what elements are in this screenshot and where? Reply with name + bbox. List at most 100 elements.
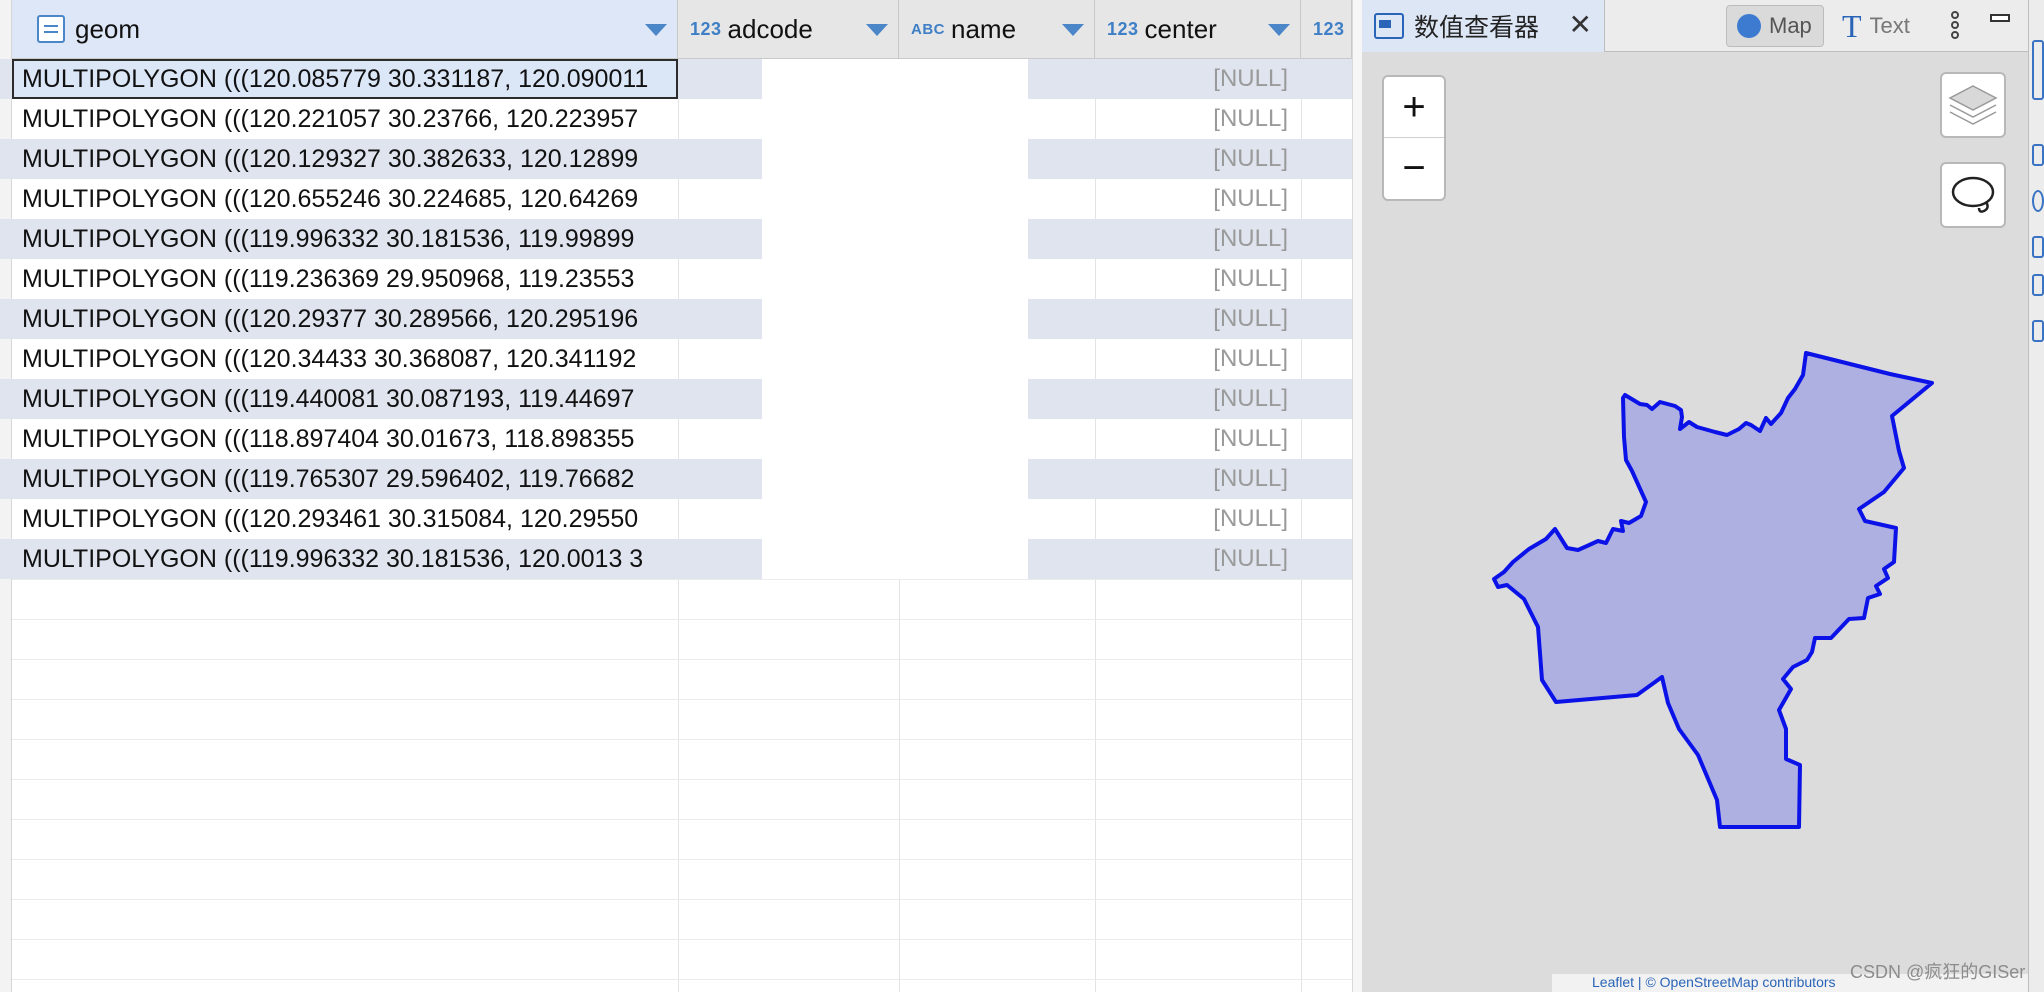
cell-adcode-name[interactable] bbox=[762, 139, 1028, 179]
row-gridline bbox=[12, 819, 1352, 820]
cell-geom[interactable]: MULTIPOLYGON (((119.996332 30.181536, 11… bbox=[12, 219, 678, 259]
table-row[interactable]: MULTIPOLYGON (((119.236369 29.950968, 11… bbox=[0, 259, 1352, 299]
layers-icon[interactable] bbox=[1940, 72, 2006, 138]
cell-geom[interactable]: MULTIPOLYGON (((120.085779 30.331187, 12… bbox=[12, 59, 678, 99]
cell-geom[interactable]: MULTIPOLYGON (((120.29377 30.289566, 120… bbox=[12, 299, 678, 339]
calc-icon[interactable] bbox=[2032, 320, 2044, 342]
cell-adcode-name[interactable] bbox=[762, 539, 1028, 579]
cell-adcode-name[interactable] bbox=[762, 379, 1028, 419]
value-viewer-title: 数值查看器 bbox=[1414, 14, 1540, 42]
table-row[interactable]: MULTIPOLYGON (((120.29377 30.289566, 120… bbox=[0, 299, 1352, 339]
cell-geom[interactable]: MULTIPOLYGON (((120.34433 30.368087, 120… bbox=[12, 339, 678, 379]
row-gridline bbox=[12, 939, 1352, 940]
cell-geom[interactable]: MULTIPOLYGON (((119.236369 29.950968, 11… bbox=[12, 259, 678, 299]
sort-filter-arrow-icon[interactable] bbox=[645, 24, 667, 36]
number-type-icon: 123 bbox=[1107, 18, 1139, 39]
attribution-text[interactable]: Leaflet | © OpenStreetMap contributors bbox=[1592, 974, 1836, 990]
cell-center[interactable]: [NULL] bbox=[1096, 219, 1288, 259]
cell-geom[interactable]: MULTIPOLYGON (((120.655246 30.224685, 12… bbox=[12, 179, 678, 219]
sort-filter-arrow-icon[interactable] bbox=[866, 24, 888, 36]
cell-geom[interactable]: MULTIPOLYGON (((120.221057 30.23766, 120… bbox=[12, 99, 678, 139]
info-icon[interactable] bbox=[2032, 190, 2044, 212]
cell-center[interactable]: [NULL] bbox=[1096, 499, 1288, 539]
map-canvas[interactable] bbox=[1362, 52, 2028, 974]
column-header-adcode[interactable]: 123 adcode bbox=[678, 0, 899, 59]
cell-center[interactable]: [NULL] bbox=[1096, 179, 1288, 219]
table-row[interactable]: MULTIPOLYGON (((119.996332 30.181536, 12… bbox=[0, 539, 1352, 579]
cell-adcode-name[interactable] bbox=[762, 179, 1028, 219]
table-icon[interactable] bbox=[2032, 236, 2044, 258]
number-type-icon: 123 bbox=[690, 18, 722, 39]
column-header-center[interactable]: 123 center bbox=[1095, 0, 1301, 59]
cell-center[interactable]: [NULL] bbox=[1096, 139, 1288, 179]
cell-center[interactable]: [NULL] bbox=[1096, 59, 1288, 99]
value-viewer-tab[interactable]: 数值查看器 ✕ bbox=[1362, 0, 1605, 52]
text-icon: T bbox=[1842, 7, 1862, 44]
table-row[interactable]: MULTIPOLYGON (((120.655246 30.224685, 12… bbox=[0, 179, 1352, 219]
panel-toggle-icon[interactable] bbox=[2032, 40, 2044, 100]
cell-geom[interactable]: MULTIPOLYGON (((119.996332 30.181536, 12… bbox=[12, 539, 678, 579]
cell-geom[interactable]: MULTIPOLYGON (((119.440081 30.087193, 11… bbox=[12, 379, 678, 419]
cell-center[interactable]: [NULL] bbox=[1096, 419, 1288, 459]
cell-center[interactable]: [NULL] bbox=[1096, 299, 1288, 339]
zoom-in-button[interactable]: + bbox=[1384, 77, 1444, 138]
column-header-partial[interactable]: 123 bbox=[1301, 0, 1352, 59]
sort-filter-arrow-icon[interactable] bbox=[1268, 24, 1290, 36]
cell-adcode-name[interactable] bbox=[762, 99, 1028, 139]
cell-geom[interactable]: MULTIPOLYGON (((120.129327 30.382633, 12… bbox=[12, 139, 678, 179]
cell-adcode-name[interactable] bbox=[762, 259, 1028, 299]
cell-adcode-name[interactable] bbox=[762, 219, 1028, 259]
cell-geom[interactable]: MULTIPOLYGON (((118.897404 30.01673, 118… bbox=[12, 419, 678, 459]
cell-center[interactable]: [NULL] bbox=[1096, 259, 1288, 299]
row-gridline bbox=[12, 619, 1352, 620]
more-options-icon[interactable] bbox=[1948, 10, 1962, 42]
map-view-button[interactable]: Map bbox=[1726, 5, 1824, 47]
table-row[interactable]: MULTIPOLYGON (((120.129327 30.382633, 12… bbox=[0, 139, 1352, 179]
cell-adcode-name[interactable] bbox=[762, 499, 1028, 539]
district-polygon[interactable] bbox=[1492, 351, 1934, 829]
row-gridline bbox=[12, 739, 1352, 740]
text-view-button[interactable]: T Text bbox=[1842, 5, 1932, 47]
lasso-select-icon[interactable] bbox=[1940, 162, 2006, 228]
table-row[interactable]: MULTIPOLYGON (((119.996332 30.181536, 11… bbox=[0, 219, 1352, 259]
sort-filter-arrow-icon[interactable] bbox=[1062, 24, 1084, 36]
cell-center[interactable]: [NULL] bbox=[1096, 459, 1288, 499]
value-viewer-panel: 数值查看器 ✕ Map T Text + − Leaflet | © OpenS… bbox=[1362, 0, 2028, 992]
string-type-icon: ABC bbox=[911, 20, 945, 38]
column-label-adcode: adcode bbox=[727, 13, 813, 44]
zoom-control: + − bbox=[1382, 75, 1446, 201]
grid-icon[interactable] bbox=[2032, 144, 2044, 166]
cell-center[interactable]: [NULL] bbox=[1096, 379, 1288, 419]
table-row[interactable]: MULTIPOLYGON (((120.085779 30.331187, 12… bbox=[0, 59, 1352, 99]
side-toolbar bbox=[2028, 0, 2044, 992]
close-icon[interactable]: ✕ bbox=[1569, 8, 1592, 41]
cell-adcode-name[interactable] bbox=[762, 59, 1028, 99]
cell-adcode-name[interactable] bbox=[762, 299, 1028, 339]
viewer-toolbar: 数值查看器 ✕ Map T Text bbox=[1362, 0, 2028, 52]
cell-center[interactable]: [NULL] bbox=[1096, 339, 1288, 379]
cell-adcode-name[interactable] bbox=[762, 459, 1028, 499]
cell-center[interactable]: [NULL] bbox=[1096, 539, 1288, 579]
geometry-type-icon bbox=[37, 15, 65, 43]
zoom-out-button[interactable]: − bbox=[1384, 138, 1444, 199]
cell-center[interactable]: [NULL] bbox=[1096, 99, 1288, 139]
row-gridline bbox=[12, 779, 1352, 780]
table-row[interactable]: MULTIPOLYGON (((120.34433 30.368087, 120… bbox=[0, 339, 1352, 379]
row-gridline bbox=[12, 699, 1352, 700]
table-row[interactable]: MULTIPOLYGON (((119.765307 29.596402, 11… bbox=[0, 459, 1352, 499]
table-row[interactable]: MULTIPOLYGON (((120.293461 30.315084, 12… bbox=[0, 499, 1352, 539]
cell-geom[interactable]: MULTIPOLYGON (((119.765307 29.596402, 11… bbox=[12, 459, 678, 499]
column-header-name[interactable]: ABC name bbox=[899, 0, 1095, 59]
column-header-geom[interactable]: geom bbox=[12, 0, 678, 59]
grid-splitter[interactable] bbox=[1352, 0, 1362, 992]
cell-adcode-name[interactable] bbox=[762, 339, 1028, 379]
record-icon[interactable] bbox=[2032, 274, 2044, 296]
column-label-center: center bbox=[1144, 13, 1217, 44]
watermark: CSDN @疯狂的GISer bbox=[1850, 962, 2026, 982]
cell-adcode-name[interactable] bbox=[762, 419, 1028, 459]
table-row[interactable]: MULTIPOLYGON (((118.897404 30.01673, 118… bbox=[0, 419, 1352, 459]
cell-geom[interactable]: MULTIPOLYGON (((120.293461 30.315084, 12… bbox=[12, 499, 678, 539]
minimize-icon[interactable] bbox=[1990, 14, 2010, 22]
table-row[interactable]: MULTIPOLYGON (((119.440081 30.087193, 11… bbox=[0, 379, 1352, 419]
table-row[interactable]: MULTIPOLYGON (((120.221057 30.23766, 120… bbox=[0, 99, 1352, 139]
